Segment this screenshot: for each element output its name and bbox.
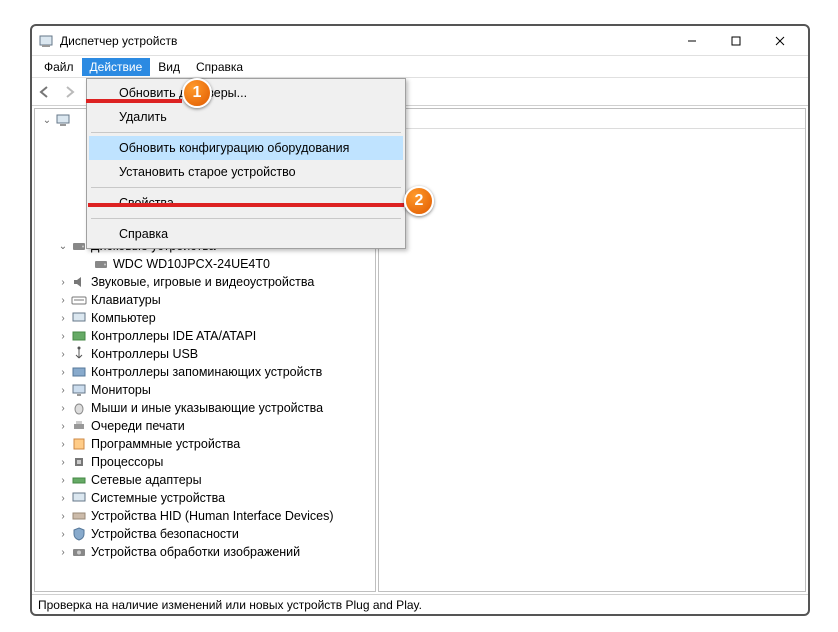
device-manager-window: Диспетчер устройств Файл Действие Вид Сп… <box>30 24 810 616</box>
tree-item-audio[interactable]: › Звуковые, игровые и видеоустройства <box>35 273 375 291</box>
expander-icon[interactable]: › <box>57 456 69 468</box>
computer-icon <box>55 112 71 128</box>
tree-item-network[interactable]: › Сетевые адаптеры <box>35 471 375 489</box>
details-header[interactable] <box>379 109 805 129</box>
menu-add-legacy[interactable]: Установить старое устройство <box>89 160 403 184</box>
menu-separator <box>91 132 401 133</box>
forward-button[interactable] <box>60 82 80 102</box>
action-menu-dropdown: Обновить драйверы... Удалить Обновить ко… <box>86 78 406 249</box>
menu-help[interactable]: Справка <box>89 222 403 246</box>
speaker-icon <box>71 274 87 290</box>
annotation-underline <box>88 203 404 207</box>
cpu-icon <box>71 454 87 470</box>
menu-separator <box>91 218 401 219</box>
window-title: Диспетчер устройств <box>60 34 670 48</box>
expander-icon[interactable]: › <box>57 384 69 396</box>
tree-item-disk-child[interactable]: › WDC WD10JPCX-24UE4T0 <box>35 255 375 273</box>
tree-item-hid[interactable]: › Устройства HID (Human Interface Device… <box>35 507 375 525</box>
expander-icon[interactable]: › <box>57 510 69 522</box>
expander-icon[interactable]: › <box>57 528 69 540</box>
statusbar: Проверка на наличие изменений или новых … <box>32 594 808 614</box>
minimize-button[interactable] <box>670 27 714 55</box>
expander-icon[interactable]: ⌄ <box>41 114 53 126</box>
menubar: Файл Действие Вид Справка <box>32 56 808 78</box>
disk-icon <box>93 256 109 272</box>
annotation-callout-1: 1 <box>182 78 212 108</box>
tree-item-print-queues[interactable]: › Очереди печати <box>35 417 375 435</box>
tree-item-ide[interactable]: › Контроллеры IDE ATA/ATAPI <box>35 327 375 345</box>
tree-item-processors[interactable]: › Процессоры <box>35 453 375 471</box>
annotation-underline <box>86 99 182 103</box>
close-button[interactable] <box>758 27 802 55</box>
expander-icon[interactable]: › <box>57 312 69 324</box>
menu-delete[interactable]: Удалить <box>89 105 403 129</box>
tree-item-software[interactable]: › Программные устройства <box>35 435 375 453</box>
tree-item-system[interactable]: › Системные устройства <box>35 489 375 507</box>
hid-icon <box>71 508 87 524</box>
menu-view[interactable]: Вид <box>150 58 188 76</box>
status-text: Проверка на наличие изменений или новых … <box>38 598 422 612</box>
tree-item-keyboards[interactable]: › Клавиатуры <box>35 291 375 309</box>
menu-separator <box>91 187 401 188</box>
expander-icon[interactable]: › <box>57 438 69 450</box>
shield-icon <box>71 526 87 542</box>
menu-action[interactable]: Действие <box>82 58 151 76</box>
system-icon <box>71 490 87 506</box>
tree-item-monitors[interactable]: › Мониторы <box>35 381 375 399</box>
maximize-button[interactable] <box>714 27 758 55</box>
expander-icon[interactable]: › <box>57 402 69 414</box>
annotation-callout-2: 2 <box>404 186 434 216</box>
window-controls <box>670 27 802 55</box>
tree-item-imaging[interactable]: › Устройства обработки изображений <box>35 543 375 561</box>
expander-icon[interactable]: › <box>57 348 69 360</box>
storage-icon <box>71 364 87 380</box>
expander-icon[interactable]: › <box>57 420 69 432</box>
camera-icon <box>71 544 87 560</box>
tree-item-computer[interactable]: › Компьютер <box>35 309 375 327</box>
menu-help[interactable]: Справка <box>188 58 251 76</box>
mouse-icon <box>71 400 87 416</box>
app-icon <box>38 33 54 49</box>
software-icon <box>71 436 87 452</box>
keyboard-icon <box>71 292 87 308</box>
disk-icon <box>71 238 87 254</box>
expander-icon[interactable]: › <box>57 474 69 486</box>
usb-icon <box>71 346 87 362</box>
back-button[interactable] <box>36 82 56 102</box>
tree-item-security[interactable]: › Устройства безопасности <box>35 525 375 543</box>
expander-icon[interactable]: › <box>57 546 69 558</box>
computer-icon <box>71 310 87 326</box>
expander-icon[interactable]: › <box>57 294 69 306</box>
monitor-icon <box>71 382 87 398</box>
expander-icon[interactable]: › <box>57 276 69 288</box>
expander-icon[interactable]: › <box>57 492 69 504</box>
controller-icon <box>71 328 87 344</box>
menu-file[interactable]: Файл <box>36 58 82 76</box>
network-icon <box>71 472 87 488</box>
titlebar: Диспетчер устройств <box>32 26 808 56</box>
expander-icon[interactable]: › <box>57 330 69 342</box>
printer-icon <box>71 418 87 434</box>
tree-item-mice[interactable]: › Мыши и иные указывающие устройства <box>35 399 375 417</box>
expander-icon[interactable]: ⌄ <box>57 240 69 252</box>
tree-item-usb[interactable]: › Контроллеры USB <box>35 345 375 363</box>
menu-scan-hardware[interactable]: Обновить конфигурацию оборудования <box>89 136 403 160</box>
expander-icon[interactable]: › <box>57 366 69 378</box>
details-pane <box>378 108 806 592</box>
tree-item-storage-ctrl[interactable]: › Контроллеры запоминающих устройств <box>35 363 375 381</box>
